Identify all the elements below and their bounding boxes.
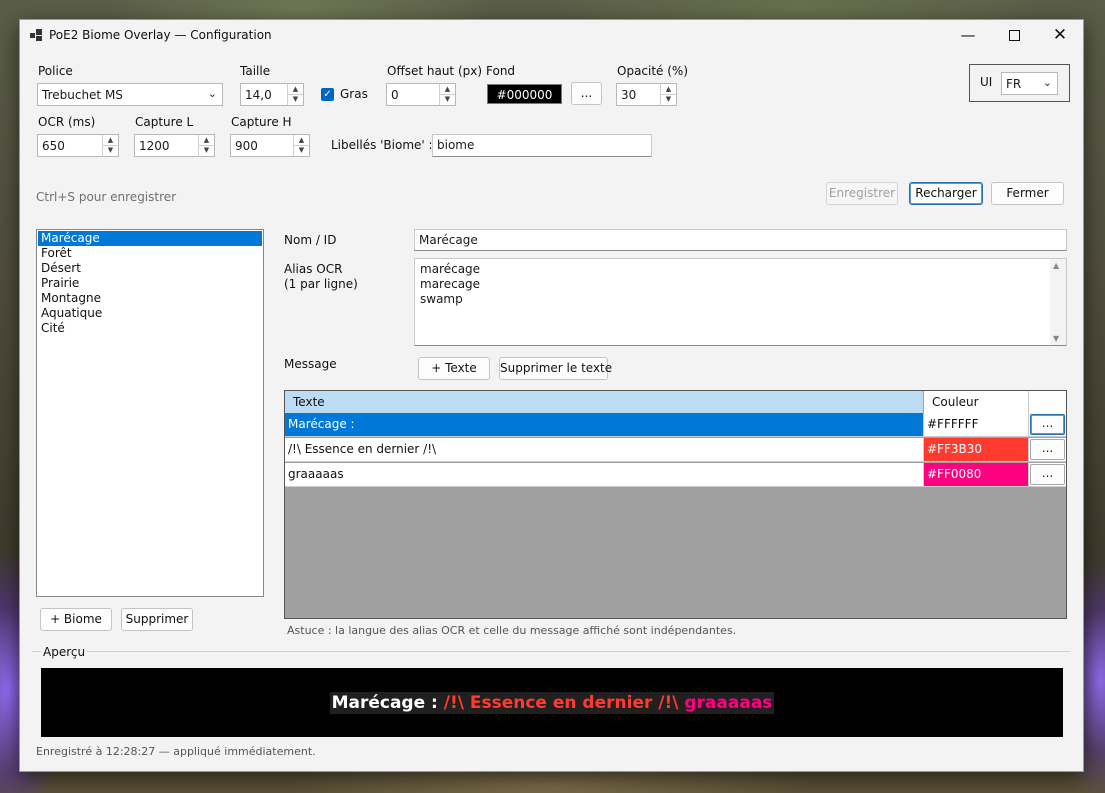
font-label: Police — [38, 64, 73, 78]
ui-language-value: FR — [1006, 77, 1022, 91]
list-item[interactable]: Aquatique — [38, 306, 262, 321]
status-text: Enregistré à 12:28:27 — appliqué immédia… — [36, 745, 316, 758]
tip-text: Astuce : la langue des alias OCR et cell… — [287, 624, 737, 637]
config-window: PoE2 Biome Overlay — Configuration — ✕ P… — [19, 19, 1084, 772]
ocr-spinner[interactable]: 650 ▲ ▼ — [37, 134, 119, 157]
preview-label: Aperçu — [41, 645, 88, 659]
bold-checkbox[interactable]: ✓ — [321, 88, 334, 101]
grid-cell-text[interactable]: /!\ Essence en dernier /!\ — [285, 438, 924, 462]
list-item[interactable]: Désert — [38, 261, 262, 276]
remove-text-button[interactable]: Supprimer le texte — [499, 357, 612, 380]
bg-color-swatch: #000000 — [487, 84, 562, 104]
capture-height-label: Capture H — [231, 115, 292, 129]
list-item[interactable]: Forêt — [38, 246, 262, 261]
app-icon — [30, 29, 42, 41]
capture-height-value: 900 — [235, 139, 258, 153]
list-item[interactable]: Marécage — [38, 231, 262, 246]
save-button[interactable]: Enregistrer — [826, 182, 898, 205]
grid-cell-color[interactable]: #FF0080 — [924, 463, 1029, 487]
chevron-down-icon: ⌄ — [1042, 76, 1052, 89]
color-picker-button[interactable]: ... — [1030, 414, 1065, 435]
size-label: Taille — [240, 64, 271, 78]
column-header-text[interactable]: Texte — [285, 391, 924, 413]
offset-label: Offset haut (px) — [387, 64, 483, 78]
alias-line: swamp — [420, 292, 463, 306]
opacity-spinner[interactable]: 30 ▲ ▼ — [616, 83, 677, 106]
offset-spinner[interactable]: 0 ▲ ▼ — [386, 83, 456, 106]
add-biome-button[interactable]: + Biome — [40, 608, 112, 631]
ocr-label: OCR (ms) — [38, 115, 96, 129]
capture-width-spinner[interactable]: 1200 ▲ ▼ — [134, 134, 215, 157]
preview-part: graaaaas — [684, 692, 773, 713]
check-icon: ✓ — [323, 89, 332, 100]
bg-color-button[interactable]: ... — [571, 82, 602, 105]
alias-label: Alias OCR — [284, 262, 343, 276]
biome-list[interactable]: Marécage Forêt Désert Prairie Montagne Aquati… — [36, 229, 264, 597]
font-combo[interactable]: Trebuchet MS ⌄ — [37, 83, 223, 106]
close-button[interactable]: Fermer — [991, 182, 1064, 205]
column-header-action — [1029, 391, 1066, 413]
capture-width-value: 1200 — [139, 139, 170, 153]
spin-down-icon[interactable]: ▼ — [440, 94, 455, 104]
name-label: Nom / ID — [284, 233, 337, 247]
list-item[interactable]: Prairie — [38, 276, 262, 291]
preview-text: Marécage : /!\ Essence en dernier /!\ gr… — [329, 691, 775, 714]
spin-down-icon[interactable]: ▼ — [103, 145, 118, 155]
font-value: Trebuchet MS — [42, 88, 123, 102]
remove-biome-button[interactable]: Supprimer — [121, 608, 193, 631]
grid-cell-color[interactable]: #FF3B30 — [924, 438, 1029, 462]
capture-width-label: Capture L — [135, 115, 194, 129]
ocr-value: 650 — [42, 139, 65, 153]
color-picker-button[interactable]: ... — [1030, 464, 1065, 485]
scroll-down-icon[interactable]: ▼ — [1053, 334, 1059, 343]
bg-label: Fond — [486, 64, 516, 78]
alias-scrollbar[interactable]: ▲ ▼ — [1050, 259, 1066, 345]
chevron-down-icon: ⌄ — [207, 87, 217, 100]
alias-line: marecage — [420, 277, 481, 291]
spin-down-icon[interactable]: ▼ — [294, 145, 309, 155]
bold-label: Gras — [340, 87, 368, 101]
offset-value: 0 — [391, 88, 399, 102]
spin-down-icon[interactable]: ▼ — [288, 94, 303, 104]
message-label: Message — [284, 357, 337, 371]
grid-cell-text[interactable]: Marécage : — [285, 413, 924, 437]
minimize-button[interactable]: — — [945, 20, 991, 50]
grid-cell-color[interactable]: #FFFFFF — [924, 413, 1029, 437]
list-item[interactable]: Cité — [38, 321, 262, 336]
ui-label: UI — [980, 75, 993, 89]
maximize-icon — [1008, 29, 1020, 41]
color-picker-button[interactable]: ... — [1030, 439, 1065, 460]
size-spinner[interactable]: 14,0 ▲ ▼ — [240, 83, 304, 106]
ui-language-combo[interactable]: FR ⌄ — [1001, 72, 1058, 95]
minimize-icon: — — [960, 26, 976, 44]
window-title: PoE2 Biome Overlay — Configuration — [49, 28, 272, 42]
preview-part: /!\ Essence en dernier /!\ — [443, 692, 679, 713]
capture-height-spinner[interactable]: 900 ▲ ▼ — [230, 134, 310, 157]
spin-down-icon[interactable]: ▼ — [661, 94, 676, 104]
column-header-color[interactable]: Couleur — [924, 391, 1029, 413]
close-window-button[interactable]: ✕ — [1037, 20, 1083, 50]
opacity-label: Opacité (%) — [617, 64, 689, 78]
message-grid[interactable]: Texte Couleur Marécage : #FFFFFF... /!\ Es… — [284, 390, 1067, 619]
biome-labels-label: Libellés 'Biome' : — [331, 138, 433, 152]
title-bar[interactable]: PoE2 Biome Overlay — Configuration — ✕ — [20, 20, 1083, 50]
biome-labels-input[interactable]: biome — [432, 134, 652, 157]
preview-part: Marécage : — [331, 692, 438, 713]
opacity-value: 30 — [621, 88, 637, 102]
alias-line: marécage — [420, 262, 481, 276]
scroll-up-icon[interactable]: ▲ — [1053, 261, 1059, 270]
name-input[interactable]: Marécage — [414, 229, 1067, 251]
alias-textarea[interactable]: marécage marecage swamp ▲ ▼ — [414, 258, 1067, 346]
grid-cell-text[interactable]: graaaaas — [285, 463, 924, 487]
size-value: 14,0 — [245, 88, 272, 102]
alias-sublabel: (1 par ligne) — [284, 277, 358, 291]
spin-down-icon[interactable]: ▼ — [199, 145, 214, 155]
maximize-button[interactable] — [991, 20, 1037, 50]
add-text-button[interactable]: + Texte — [418, 357, 490, 380]
preview-panel: Marécage : /!\ Essence en dernier /!\ gr… — [41, 668, 1063, 737]
list-item[interactable]: Montagne — [38, 291, 262, 306]
close-icon: ✕ — [1052, 25, 1068, 45]
reload-button[interactable]: Recharger — [909, 182, 983, 205]
save-shortcut-hint: Ctrl+S pour enregistrer — [36, 190, 177, 204]
